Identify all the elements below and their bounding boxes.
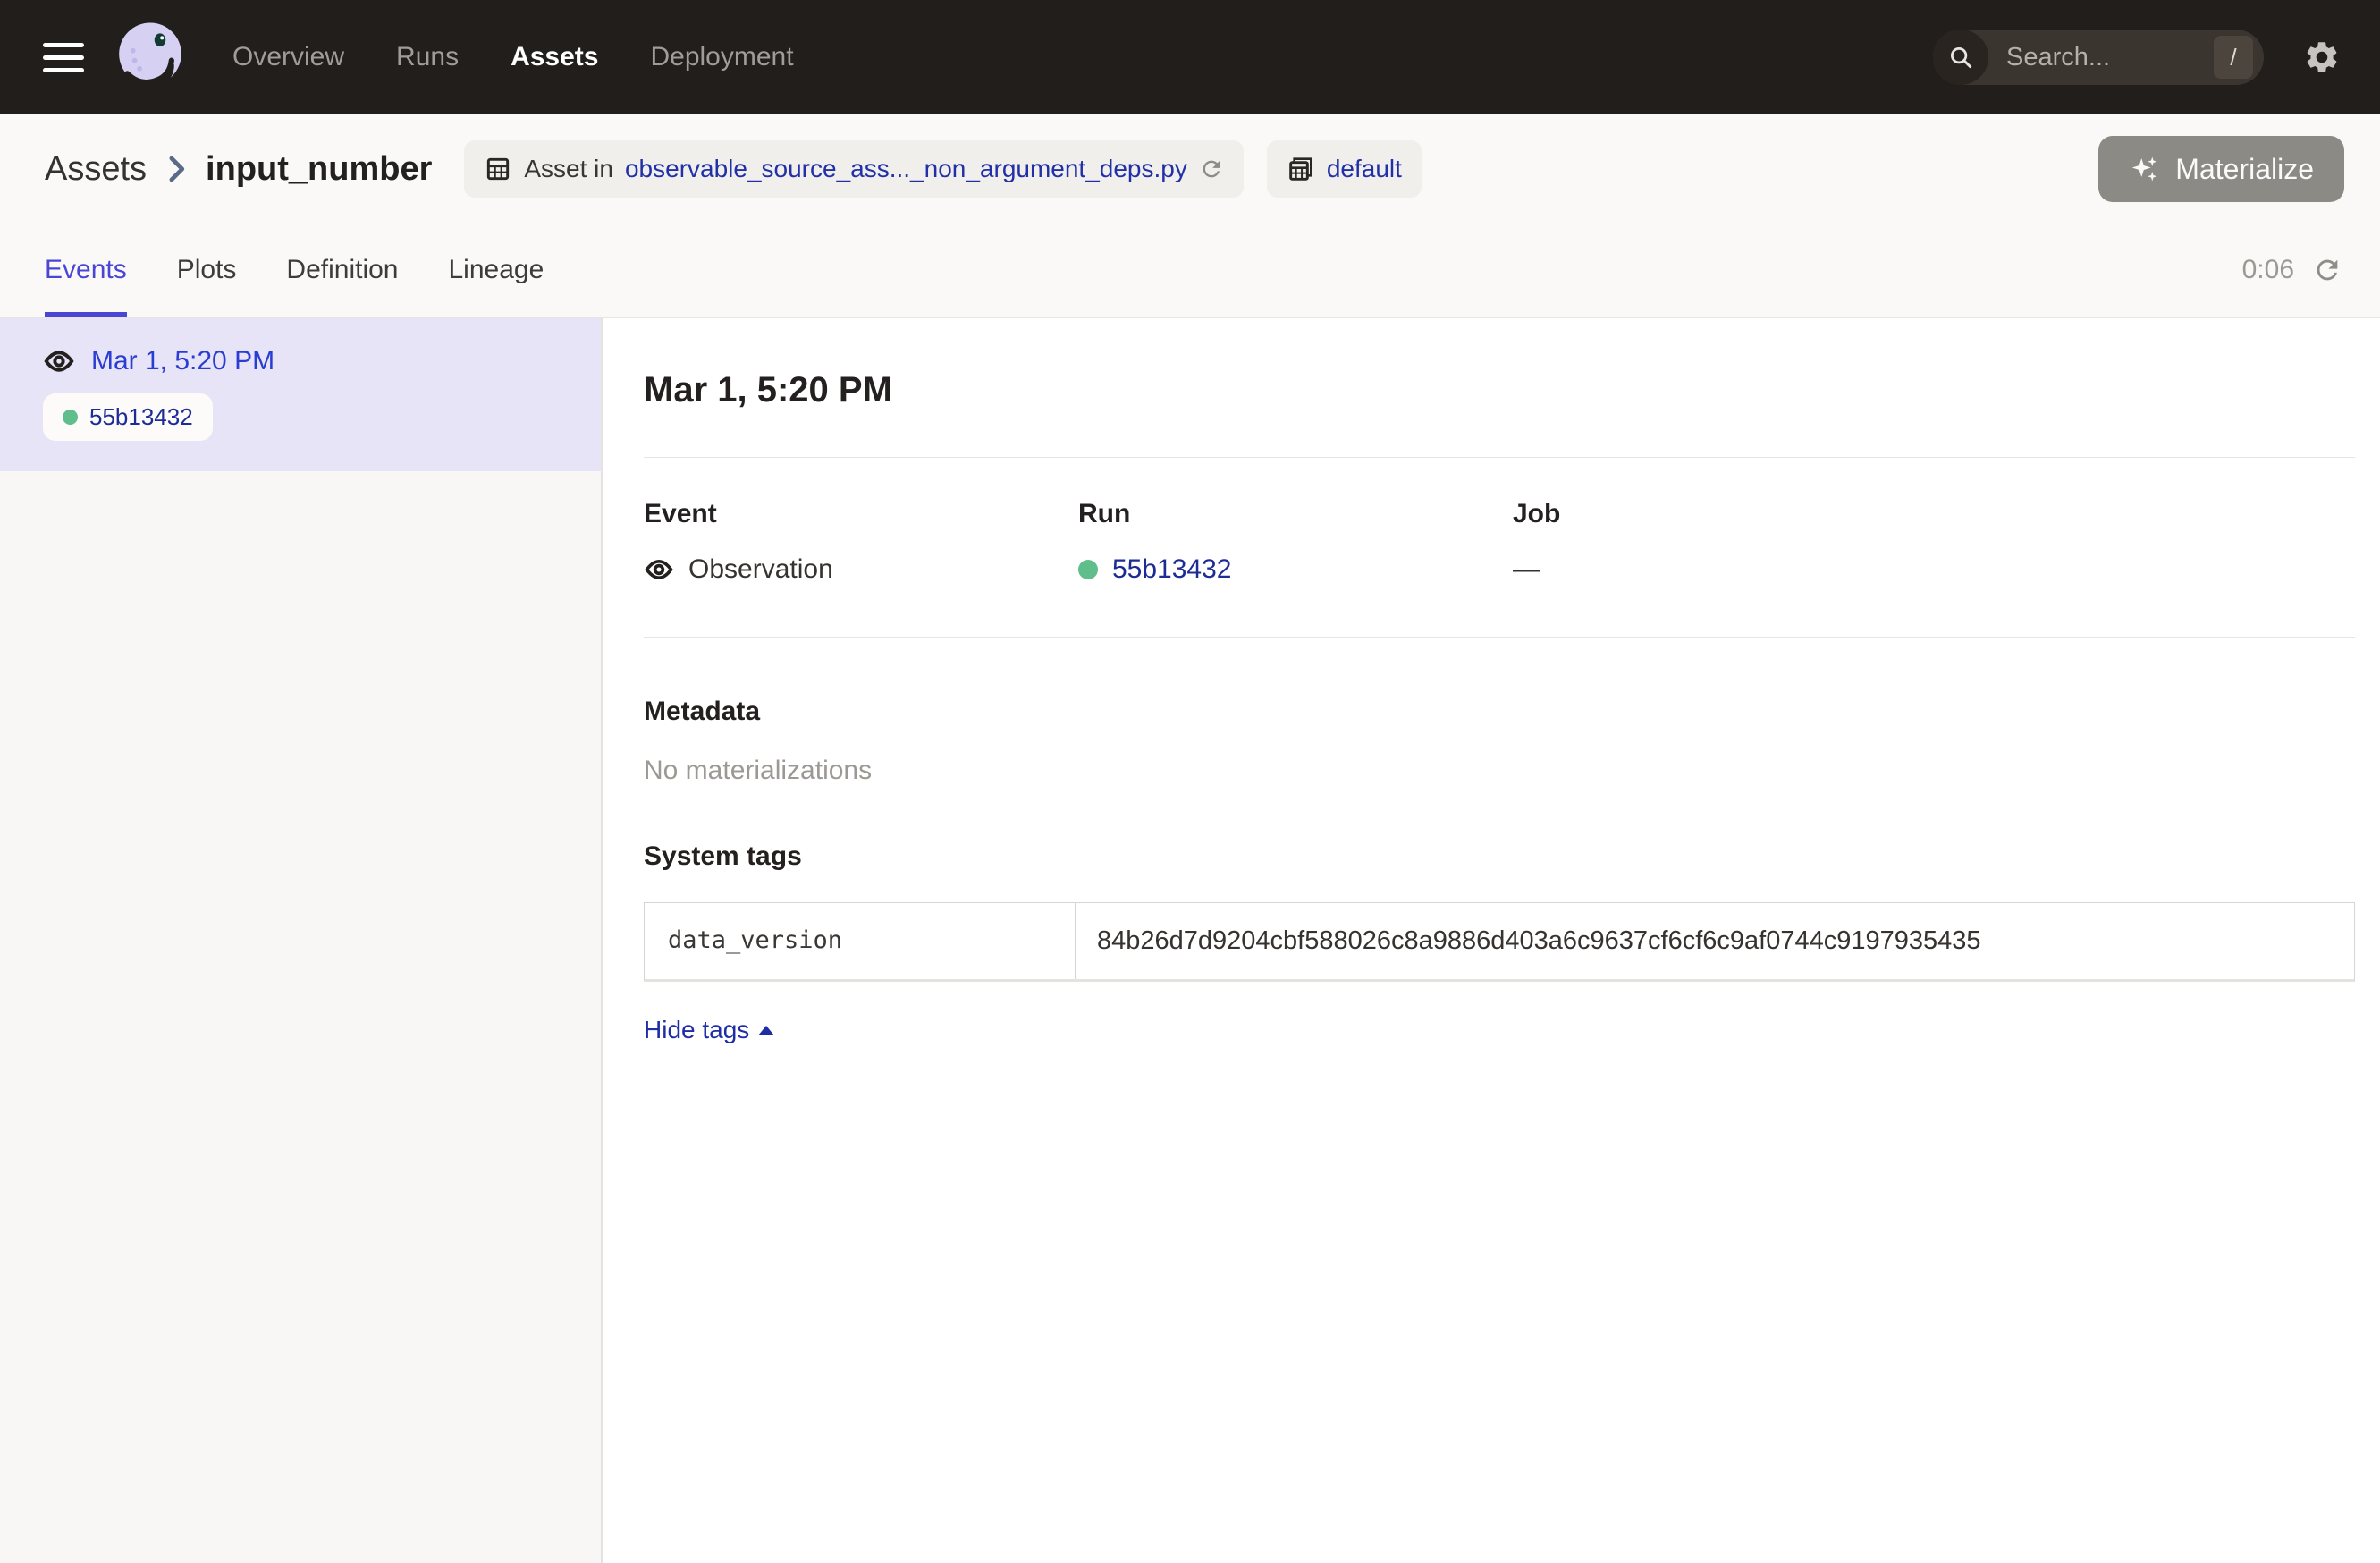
hide-tags-label: Hide tags [644,1016,749,1044]
search-input[interactable] [1988,43,2214,72]
global-search[interactable]: / [1933,30,2264,85]
nav-item-assets[interactable]: Assets [511,42,598,72]
content-area: Mar 1, 5:20 PM 55b13432 Mar 1, 5:20 PM E… [0,318,2380,1563]
nav-item-overview[interactable]: Overview [232,42,344,72]
hide-tags-link[interactable]: Hide tags [644,1016,774,1044]
repo-default-link[interactable]: default [1327,155,1402,183]
menu-icon[interactable] [43,43,84,72]
repo-grid-icon [1287,155,1315,183]
run-id-label: 55b13432 [89,403,193,431]
run-column: Run 55b13432 [1078,499,1513,585]
metadata-empty-text: No materializations [644,756,2355,786]
run-column-label: Run [1078,499,1513,529]
top-navbar: Overview Runs Assets Deployment / [0,0,2380,114]
eye-icon [644,554,674,585]
system-tags-heading: System tags [644,841,2355,872]
materialize-button[interactable]: Materialize [2098,136,2344,202]
asset-tabs: Events Plots Definition Lineage 0:06 [0,224,2380,318]
breadcrumb-row: Assets input_number Asset in observable_… [0,114,2380,224]
asset-definition-pill: Asset in observable_source_ass..._non_ar… [464,140,1243,198]
event-timestamp-link[interactable]: Mar 1, 5:20 PM [91,346,274,376]
eye-icon [43,345,75,377]
tab-events[interactable]: Events [45,224,127,317]
event-list-sidebar: Mar 1, 5:20 PM 55b13432 [0,318,603,1563]
repo-pill: default [1267,140,1422,198]
chevron-right-icon [165,154,188,184]
tab-lineage[interactable]: Lineage [449,224,544,317]
search-icon [1933,30,1988,85]
event-detail-panel: Mar 1, 5:20 PM Event Observation Run 55b… [603,318,2380,1563]
asset-pill-prefix: Asset in [524,155,613,183]
event-column-label: Event [644,499,1078,529]
tab-plots[interactable]: Plots [177,224,237,317]
caret-up-icon [758,1026,774,1035]
refresh-icon[interactable] [1199,156,1224,182]
primary-nav: Overview Runs Assets Deployment [232,42,794,72]
divider [644,637,2355,638]
event-type-label: Observation [688,554,833,585]
metadata-heading: Metadata [644,697,2355,727]
status-dot [63,410,78,425]
job-empty-value: — [1513,554,1540,585]
event-summary-columns: Event Observation Run 55b13432 Job — [644,499,2355,585]
nav-item-runs[interactable]: Runs [396,42,459,72]
refresh-icon[interactable] [2312,255,2342,285]
event-heading: Mar 1, 5:20 PM [644,370,2355,410]
run-id-link[interactable]: 55b13432 [1112,554,1231,585]
sparkle-icon [2129,153,2161,185]
dagster-logo[interactable] [111,18,190,97]
tag-key-cell: data_version [645,903,1076,979]
tag-value-cell: 84b26d7d9204cbf588026c8a9886d403a6c9637c… [1076,903,2354,979]
asset-file-link[interactable]: observable_source_ass..._non_argument_de… [625,155,1187,183]
system-tags-table: data_version 84b26d7d9204cbf588026c8a988… [644,902,2355,982]
status-dot [1078,560,1098,579]
asset-grid-icon [484,155,512,183]
divider [644,457,2355,458]
materialize-label: Materialize [2175,153,2314,186]
refresh-countdown: 0:06 [2242,255,2294,285]
gear-icon[interactable] [2303,38,2341,76]
event-column: Event Observation [644,499,1078,585]
job-column-label: Job [1513,499,1947,529]
job-column: Job — [1513,499,1947,585]
search-shortcut-key: / [2214,36,2253,79]
event-list-item[interactable]: Mar 1, 5:20 PM 55b13432 [0,318,601,471]
page-title: input_number [206,150,432,189]
breadcrumb-assets-link[interactable]: Assets [45,150,147,189]
nav-item-deployment[interactable]: Deployment [650,42,793,72]
tab-definition[interactable]: Definition [286,224,398,317]
run-id-pill[interactable]: 55b13432 [43,393,213,441]
